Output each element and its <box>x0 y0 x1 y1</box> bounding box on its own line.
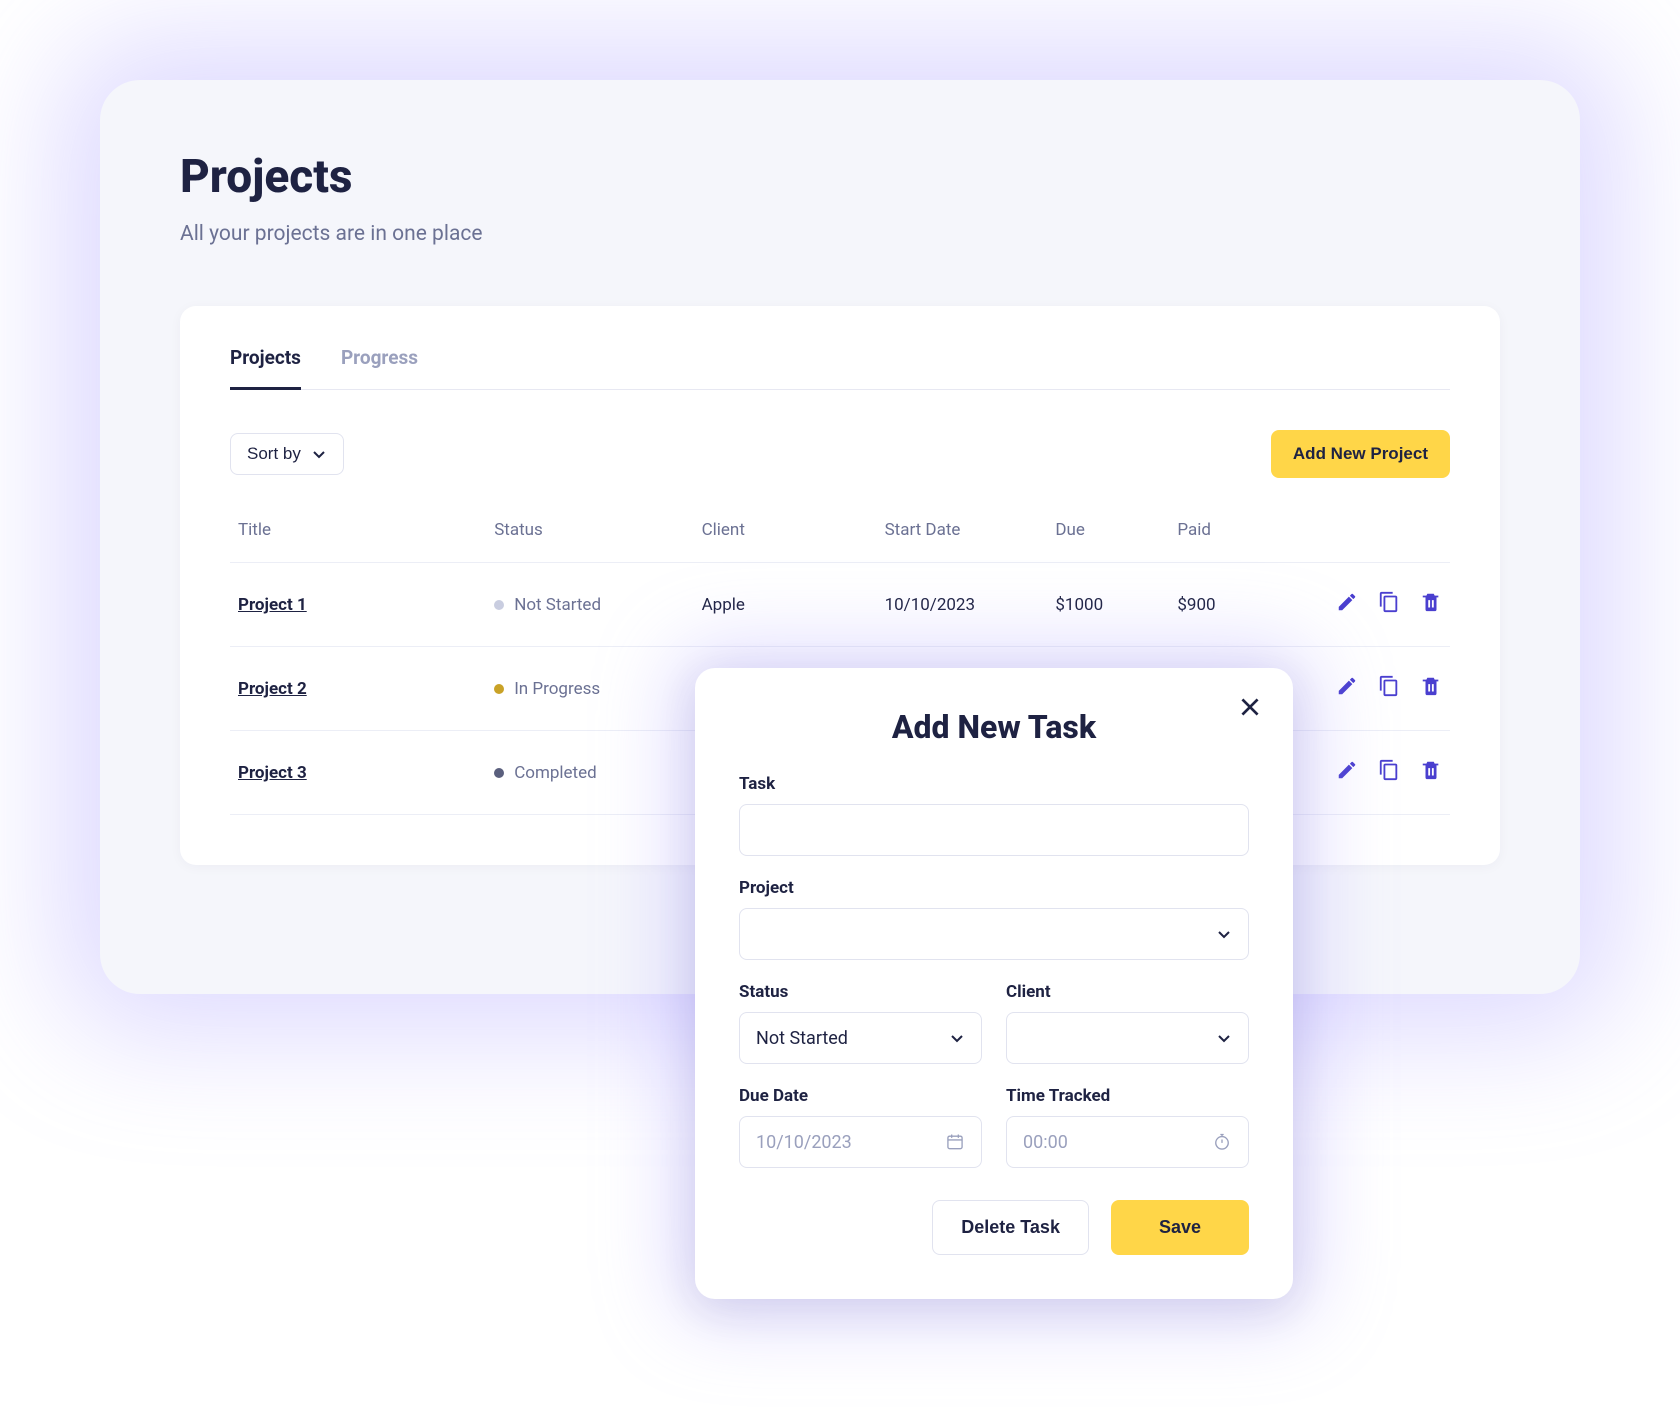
start-date-cell: 10/10/2023 <box>877 563 1048 647</box>
status-label: Status <box>739 982 982 1002</box>
sort-by-label: Sort by <box>247 444 301 464</box>
tab-progress[interactable]: Progress <box>341 346 418 390</box>
chevron-down-icon <box>1216 1030 1232 1046</box>
status-dot-icon <box>494 768 504 778</box>
stopwatch-icon <box>1212 1132 1232 1152</box>
due-date-input[interactable]: 10/10/2023 <box>739 1116 982 1168</box>
project-link[interactable]: Project 2 <box>238 679 307 699</box>
col-client: Client <box>694 508 877 563</box>
due-date-placeholder: 10/10/2023 <box>756 1132 852 1153</box>
status-cell: Completed <box>494 763 597 783</box>
add-new-task-modal: Add New Task Task Project Status Not Sta… <box>695 668 1293 1299</box>
status-cell: In Progress <box>494 679 600 699</box>
status-dot-icon <box>494 600 504 610</box>
time-tracked-input[interactable]: 00:00 <box>1006 1116 1249 1168</box>
trash-icon[interactable] <box>1420 675 1442 702</box>
time-tracked-label: Time Tracked <box>1006 1086 1249 1106</box>
client-label: Client <box>1006 982 1249 1002</box>
chevron-down-icon <box>311 446 327 462</box>
client-select[interactable] <box>1006 1012 1249 1064</box>
col-start: Start Date <box>877 508 1048 563</box>
project-label: Project <box>739 878 1249 898</box>
copy-icon[interactable] <box>1378 759 1400 786</box>
chevron-down-icon <box>949 1030 965 1046</box>
save-button[interactable]: Save <box>1111 1200 1249 1255</box>
toolbar: Sort by Add New Project <box>230 430 1450 478</box>
page-subtitle: All your projects are in one place <box>180 222 1500 246</box>
status-text: Not Started <box>514 595 601 615</box>
task-label: Task <box>739 774 1249 794</box>
edit-icon[interactable] <box>1336 675 1358 702</box>
col-title: Title <box>230 508 486 563</box>
due-cell: $1000 <box>1047 563 1169 647</box>
project-link[interactable]: Project 3 <box>238 763 307 783</box>
col-paid: Paid <box>1169 508 1291 563</box>
project-link[interactable]: Project 1 <box>238 595 307 615</box>
edit-icon[interactable] <box>1336 759 1358 786</box>
page-title: Projects <box>180 150 1500 204</box>
close-icon <box>1237 694 1263 720</box>
status-select-value: Not Started <box>756 1028 848 1049</box>
status-cell: Not Started <box>494 595 601 615</box>
tab-projects[interactable]: Projects <box>230 346 301 390</box>
task-input[interactable] <box>739 804 1249 856</box>
client-cell: Apple <box>694 563 877 647</box>
project-select[interactable] <box>739 908 1249 960</box>
trash-icon[interactable] <box>1420 759 1442 786</box>
calendar-icon <box>945 1132 965 1152</box>
col-due: Due <box>1047 508 1169 563</box>
status-select[interactable]: Not Started <box>739 1012 982 1064</box>
table-header-row: Title Status Client Start Date Due Paid <box>230 508 1450 563</box>
sort-by-button[interactable]: Sort by <box>230 433 344 475</box>
chevron-down-icon <box>1216 926 1232 942</box>
time-tracked-placeholder: 00:00 <box>1023 1132 1068 1153</box>
due-date-label: Due Date <box>739 1086 982 1106</box>
table-row: Project 1 Not Started Apple10/10/2023$1000… <box>230 563 1450 647</box>
col-status: Status <box>486 508 693 563</box>
paid-cell: $900 <box>1169 563 1291 647</box>
delete-task-button[interactable]: Delete Task <box>932 1200 1089 1255</box>
edit-icon[interactable] <box>1336 591 1358 618</box>
add-new-project-button[interactable]: Add New Project <box>1271 430 1450 478</box>
status-dot-icon <box>494 684 504 694</box>
status-text: Completed <box>514 763 597 783</box>
trash-icon[interactable] <box>1420 591 1442 618</box>
status-text: In Progress <box>514 679 600 699</box>
close-button[interactable] <box>1237 694 1263 720</box>
copy-icon[interactable] <box>1378 675 1400 702</box>
copy-icon[interactable] <box>1378 591 1400 618</box>
modal-title: Add New Task <box>739 708 1249 746</box>
tabs: Projects Progress <box>230 346 1450 390</box>
